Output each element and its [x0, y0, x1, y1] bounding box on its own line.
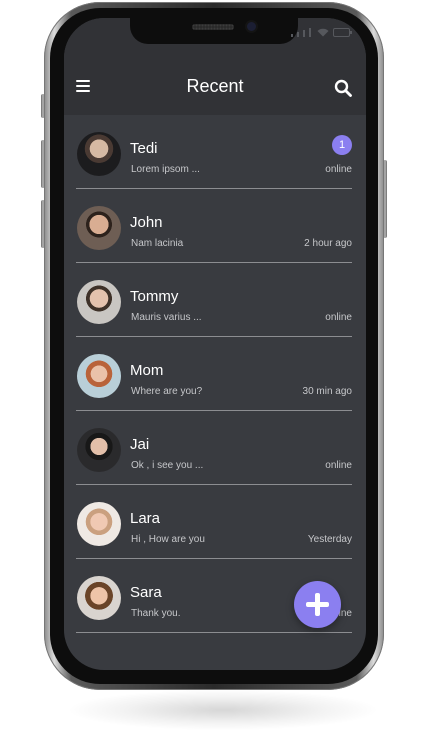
signal-icon — [291, 34, 293, 37]
page-title: Recent — [186, 76, 244, 96]
message-preview: Where are you? — [131, 386, 203, 397]
status-text: online — [325, 312, 352, 323]
signal-icon-bar — [309, 28, 311, 37]
status-text: online — [325, 460, 352, 471]
message-preview: Lorem ipsom ... — [131, 164, 200, 175]
phone-shadow — [70, 690, 376, 730]
conversation-row-john[interactable]: John Nam lacinia 2 hour ago — [64, 189, 366, 263]
avatar — [77, 280, 121, 324]
avatar — [77, 502, 121, 546]
wifi-icon — [317, 28, 329, 37]
new-chat-button[interactable] — [294, 581, 341, 628]
message-preview: Ok , i see you ... — [131, 460, 204, 471]
signal-icon-bar — [303, 30, 305, 37]
avatar — [77, 428, 121, 472]
message-preview: Thank you. — [131, 608, 181, 619]
avatar — [77, 132, 121, 176]
conversation-row-mom[interactable]: Mom Where are you? 30 min ago — [64, 337, 366, 411]
plus-icon-stroke — [315, 593, 320, 616]
conversation-row-tedi[interactable]: Tedi Lorem ipsom ... 1 online — [64, 115, 366, 189]
contact-name: John — [130, 214, 163, 231]
status-bar-icons — [291, 28, 352, 37]
message-preview: Mauris varius ... — [131, 312, 202, 323]
front-camera — [247, 22, 256, 31]
contact-name: Lara — [130, 510, 161, 527]
status-text: online — [325, 164, 352, 175]
signal-icon-bar — [297, 32, 299, 37]
conversation-row-jai[interactable]: Jai Ok , i see you ... online — [64, 411, 366, 485]
contact-name: Tommy — [130, 288, 179, 305]
avatar — [77, 206, 121, 250]
divider — [76, 632, 352, 633]
conversation-row-tommy[interactable]: Tommy Mauris varius ... online — [64, 263, 366, 337]
search-icon[interactable] — [334, 79, 352, 97]
unread-badge: 1 — [332, 135, 352, 155]
conversation-row-lara[interactable]: Lara Hi , How are you Yesterday — [64, 485, 366, 559]
contact-name: Mom — [130, 362, 164, 379]
status-text: 30 min ago — [302, 386, 352, 397]
status-text: Yesterday — [307, 534, 352, 545]
message-preview: Nam lacinia — [131, 238, 184, 249]
avatar — [77, 576, 121, 620]
avatar — [77, 354, 121, 398]
battery-icon — [333, 28, 352, 37]
message-preview: Hi , How are you — [131, 534, 205, 545]
speaker-grille — [192, 24, 234, 30]
contact-name: Jai — [130, 436, 150, 453]
notch — [130, 18, 298, 44]
app-screen: Recent Tedi Lorem ipsom ... 1 online Joh… — [64, 18, 366, 670]
contact-name: Sara — [130, 584, 162, 601]
status-text: 2 hour ago — [304, 238, 352, 249]
contact-name: Tedi — [130, 140, 158, 157]
